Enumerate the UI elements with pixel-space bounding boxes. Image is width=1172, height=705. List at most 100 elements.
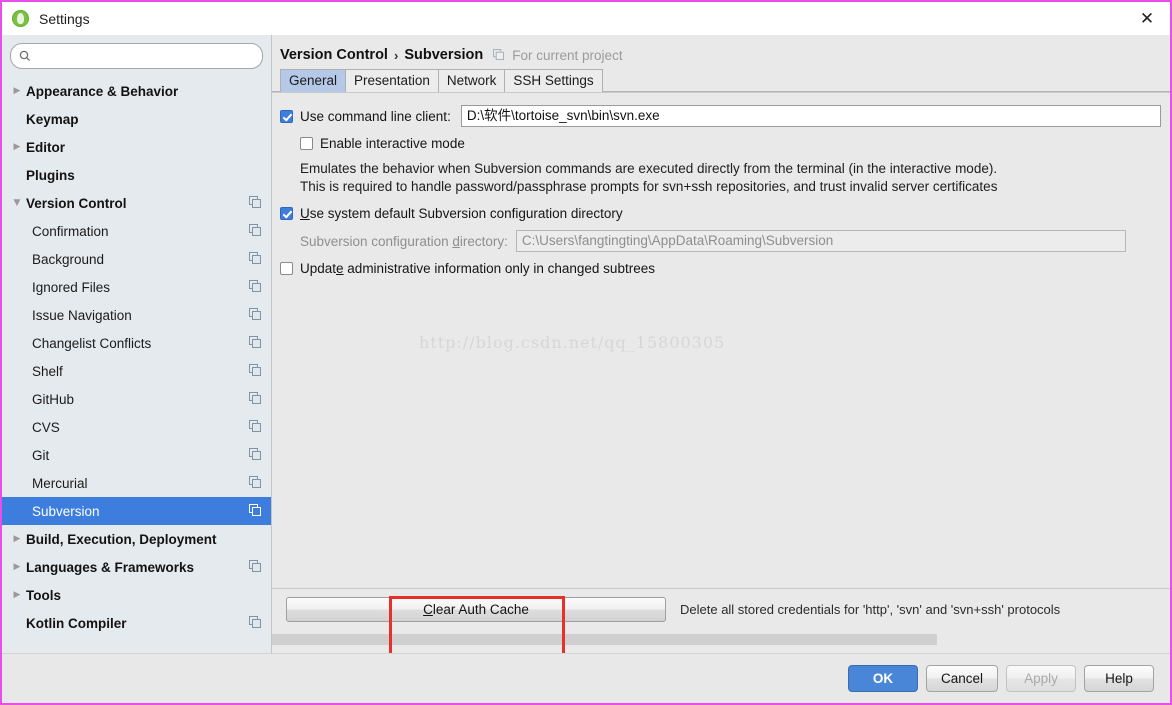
tab-label: Presentation [354, 73, 430, 88]
settings-tree: ▶ Appearance & Behavior Keymap ▶ Editor Plugi… [2, 75, 271, 653]
sidebar-item-subversion[interactable]: Subversion [2, 497, 271, 525]
sidebar-item-languages-frameworks[interactable]: ▶ Languages & Frameworks [2, 553, 271, 581]
sidebar-item-label: Ignored Files [32, 279, 111, 295]
title-bar: Settings ✕ [2, 2, 1170, 35]
sidebar-item-cvs[interactable]: CVS [2, 413, 271, 441]
command-line-row: Use command line client: D:\软件\tortoise_… [280, 105, 1170, 127]
tab-label: General [289, 73, 338, 88]
sidebar-item-ignored-files[interactable]: Ignored Files [2, 273, 271, 301]
settings-sidebar: ▶ Appearance & Behavior Keymap ▶ Editor Plugi… [2, 35, 272, 653]
search-icon [19, 50, 31, 62]
general-tab-panel: Use command line client: D:\软件\tortoise_… [272, 92, 1170, 653]
sidebar-item-label: Mercurial [32, 475, 88, 491]
sidebar-item-label: Tools [26, 587, 61, 603]
update-admin-info-label: Update administrative information only i… [300, 261, 655, 276]
sidebar-item-label: Confirmation [32, 223, 109, 239]
breadcrumb-current: Subversion [404, 47, 484, 63]
cancel-button[interactable]: Cancel [925, 665, 998, 692]
apply-button: Apply [1006, 665, 1076, 692]
command-line-path-input[interactable]: D:\软件\tortoise_svn\bin\svn.exe [460, 105, 1161, 127]
clear-auth-cache-label: Clear Auth Cache [423, 601, 529, 617]
chevron-right-icon: ▶ [13, 86, 21, 96]
project-scope-icon [249, 447, 263, 463]
sidebar-item-plugins[interactable]: Plugins [2, 161, 271, 189]
chevron-right-icon: ▶ [13, 142, 21, 152]
close-icon[interactable]: ✕ [1124, 2, 1170, 35]
sidebar-item-appearance-behavior[interactable]: ▶ Appearance & Behavior [2, 77, 271, 105]
project-scope-icon [249, 279, 263, 295]
sidebar-item-keymap[interactable]: Keymap [2, 105, 271, 133]
project-scope-icon [249, 475, 263, 491]
android-studio-icon [12, 10, 29, 27]
sidebar-item-version-control[interactable]: ▼ Version Control [2, 189, 271, 217]
sidebar-item-editor[interactable]: ▶ Editor [2, 133, 271, 161]
sidebar-item-confirmation[interactable]: Confirmation [2, 217, 271, 245]
sidebar-item-background[interactable]: Background [2, 245, 271, 273]
use-command-line-client-label: Use command line client: [300, 108, 451, 124]
breadcrumb-parent[interactable]: Version Control [280, 47, 388, 63]
general-form: Use command line client: D:\软件\tortoise_… [272, 93, 1170, 352]
project-scope-icon [249, 363, 263, 379]
clear-auth-cache-button[interactable]: Clear Auth Cache [286, 596, 666, 622]
project-scope-icon [249, 391, 263, 407]
clear-auth-action-bar: Clear Auth Cache Delete all stored crede… [272, 588, 1170, 653]
chevron-right-icon: ▶ [13, 590, 21, 600]
sidebar-item-label: Background [32, 251, 105, 267]
sidebar-item-build-execution-deployment[interactable]: ▶ Build, Execution, Deployment [2, 525, 271, 553]
help-button[interactable]: Help [1084, 665, 1154, 692]
tab-label: Network [446, 73, 497, 88]
tab-ssh-settings[interactable]: SSH Settings [504, 69, 603, 92]
project-scope-icon [249, 615, 263, 631]
tab-label: SSH Settings [513, 73, 594, 88]
tab-network[interactable]: Network [437, 69, 506, 92]
sidebar-item-github[interactable]: GitHub [2, 385, 271, 413]
config-directory-input: C:\Users\fangtingting\AppData\Roaming\Su… [515, 230, 1126, 252]
use-system-default-config-checkbox[interactable] [280, 207, 293, 220]
sidebar-item-issue-navigation[interactable]: Issue Navigation [2, 301, 271, 329]
settings-dialog: Settings ✕ ▶ Appearance & Behavior Keymap ▶… [0, 0, 1172, 705]
tab-presentation[interactable]: Presentation [345, 69, 439, 92]
content-pane: Version Control › Subversion For current… [272, 35, 1170, 653]
sidebar-item-label: Changelist Conflicts [32, 335, 152, 351]
sidebar-item-label: GitHub [32, 391, 75, 407]
tab-general[interactable]: General [280, 69, 347, 92]
sidebar-item-label: CVS [32, 419, 60, 435]
sidebar-item-label: Version Control [26, 195, 127, 211]
sidebar-item-changelist-conflicts[interactable]: Changelist Conflicts [2, 329, 271, 357]
watermark-text: http://blog.csdn.net/qq_15800305 [419, 333, 726, 352]
description-line-1: Emulates the behavior when Subversion co… [300, 161, 998, 176]
sidebar-item-tools[interactable]: ▶ Tools [2, 581, 271, 609]
system-default-row: Use system default Subversion configurat… [280, 206, 1170, 221]
project-scope-icon [249, 335, 263, 351]
search-box[interactable] [10, 43, 263, 69]
use-system-default-config-label: Use system default Subversion configurat… [300, 206, 623, 221]
enable-interactive-mode-checkbox[interactable] [300, 137, 313, 150]
search-input[interactable] [36, 48, 254, 64]
config-directory-row: Subversion configuration directory: C:\U… [300, 230, 1170, 252]
settings-tabs: General Presentation Network SSH Settings [272, 69, 1170, 92]
sidebar-item-label: Languages & Frameworks [26, 559, 195, 575]
sidebar-item-label: Issue Navigation [32, 307, 132, 323]
clear-auth-cache-note: Delete all stored credentials for 'http'… [680, 601, 1061, 617]
sidebar-item-label: Plugins [26, 167, 75, 183]
sidebar-item-label: Subversion [32, 503, 100, 519]
sidebar-item-mercurial[interactable]: Mercurial [2, 469, 271, 497]
scrollbar-thumb[interactable] [272, 634, 937, 645]
update-admin-info-checkbox[interactable] [280, 262, 293, 275]
sidebar-item-kotlin-compiler[interactable]: Kotlin Compiler [2, 609, 271, 637]
use-command-line-client-checkbox[interactable] [280, 109, 293, 123]
horizontal-scrollbar[interactable] [272, 634, 1170, 645]
config-directory-label: Subversion configuration directory: [300, 233, 508, 249]
description-line-2: This is required to handle password/pass… [300, 179, 998, 194]
project-scope-icon [249, 251, 263, 267]
project-scope-icon [249, 307, 263, 323]
sidebar-item-label: Shelf [32, 363, 63, 379]
interactive-mode-description: Emulates the behavior when Subversion co… [300, 160, 1170, 196]
interactive-mode-row: Enable interactive mode [300, 136, 1170, 151]
sidebar-item-git[interactable]: Git [2, 441, 271, 469]
sidebar-item-shelf[interactable]: Shelf [2, 357, 271, 385]
chevron-right-icon: ▶ [13, 534, 21, 544]
project-scope-icon [249, 195, 263, 211]
ok-button[interactable]: OK [847, 665, 918, 692]
project-scope-icon [249, 559, 263, 575]
